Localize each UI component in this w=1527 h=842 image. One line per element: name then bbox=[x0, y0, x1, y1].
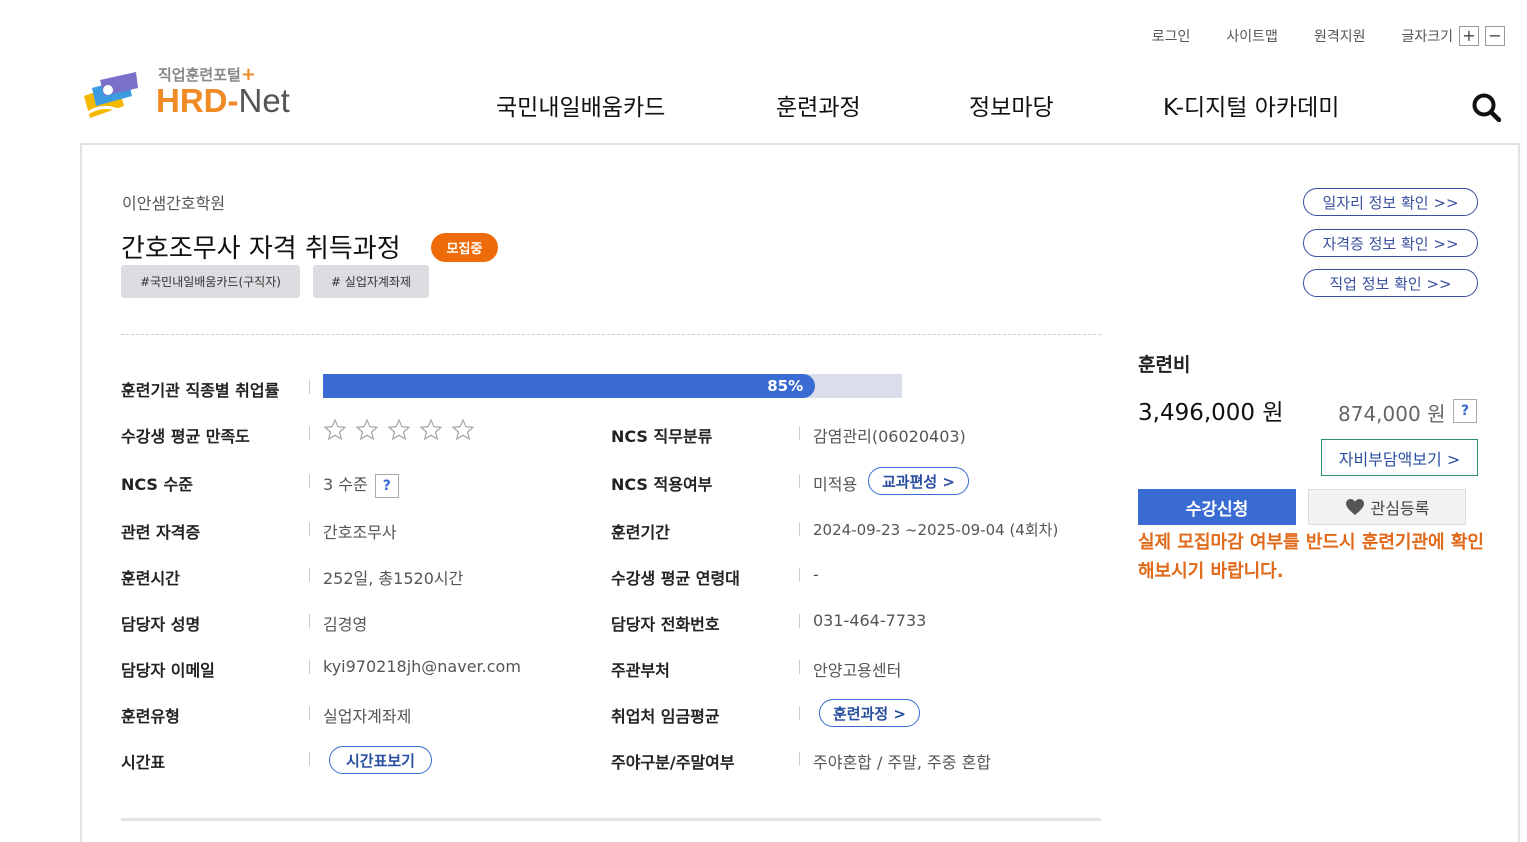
ncs-class-value: 감염관리(06020403) bbox=[813, 427, 966, 446]
course-title: 간호조무사 자격 취득과정 bbox=[121, 234, 401, 264]
nav-item-card[interactable]: 국민내일배움카드 bbox=[496, 88, 665, 122]
divider bbox=[121, 818, 1101, 821]
favorite-label: 관심등록 bbox=[1370, 499, 1430, 518]
curriculum-button[interactable]: 교과편성 > bbox=[868, 467, 969, 495]
logo-brand: HRD-Net bbox=[156, 82, 290, 119]
fee-label: 훈련비 bbox=[1138, 354, 1191, 376]
occupation-info-button[interactable]: 직업 정보 확인 >> bbox=[1303, 269, 1478, 297]
nav-item-courses[interactable]: 훈련과정 bbox=[776, 88, 861, 122]
hrd-net-logo[interactable]: 직업훈련포털+ HRD-Net bbox=[78, 60, 328, 126]
separator bbox=[309, 380, 310, 394]
nav-item-info[interactable]: 정보마당 bbox=[969, 88, 1054, 122]
separator bbox=[799, 752, 800, 766]
separator bbox=[799, 474, 800, 488]
star-icon bbox=[451, 418, 475, 441]
daynight-value: 주야혼합 / 주말, 주중 혼합 bbox=[813, 753, 992, 772]
recruit-notice: 실제 모집마감 여부를 반드시 훈련기관에 확인해보시기 바랍니다. bbox=[1138, 532, 1484, 582]
separator bbox=[309, 474, 310, 488]
satisfaction-label: 수강생 평균 만족도 bbox=[121, 427, 250, 446]
fee-self-pay: 874,000 원 bbox=[1338, 402, 1446, 426]
separator bbox=[799, 568, 800, 582]
hours-label: 훈련시간 bbox=[121, 569, 180, 588]
ncs-apply-label: NCS 적용여부 bbox=[611, 475, 713, 494]
email-value: kyi970218jh@naver.com bbox=[323, 657, 521, 676]
cert-label: 관련 자격증 bbox=[121, 523, 201, 542]
cert-info-button[interactable]: 자격증 정보 확인 >> bbox=[1303, 229, 1478, 257]
period-label: 훈련기간 bbox=[611, 523, 670, 542]
daynight-label: 주야구분/주말여부 bbox=[611, 753, 735, 772]
dept-value: 안양고용센터 bbox=[813, 661, 902, 680]
separator bbox=[309, 568, 310, 582]
age-value: - bbox=[813, 565, 819, 584]
phone-label: 담당자 전화번호 bbox=[611, 615, 720, 634]
fee-total: 3,496,000 원 bbox=[1138, 400, 1284, 426]
institution-name: 이안샘간호학원 bbox=[122, 194, 226, 213]
cert-value: 간호조무사 bbox=[323, 523, 397, 542]
ncs-level-text: 3 수준 bbox=[323, 475, 368, 494]
separator bbox=[309, 752, 310, 766]
schedule-label: 시간표 bbox=[121, 753, 166, 772]
star-icon bbox=[323, 418, 347, 441]
employment-rate-fill: 85% bbox=[323, 374, 816, 398]
ncs-class-label: NCS 직무분류 bbox=[611, 427, 713, 446]
hours-value: 252일, 총1520시간 bbox=[323, 569, 464, 588]
age-label: 수강생 평균 연령대 bbox=[611, 569, 740, 588]
font-size-label: 글자크기 bbox=[1401, 29, 1453, 45]
divider bbox=[121, 334, 1101, 335]
ncs-level-value: 3 수준 ? bbox=[323, 471, 399, 498]
employment-rate-label: 훈련기관 직종별 취업률 bbox=[121, 381, 280, 400]
manager-label: 담당자 성명 bbox=[121, 615, 201, 634]
ncs-level-help-button[interactable]: ? bbox=[374, 473, 399, 498]
satisfaction-stars bbox=[323, 418, 475, 442]
separator bbox=[799, 660, 800, 674]
sitemap-link[interactable]: 사이트맵 bbox=[1226, 26, 1278, 46]
schedule-button[interactable]: 시간표보기 bbox=[329, 746, 432, 774]
manager-value: 김경영 bbox=[323, 615, 368, 634]
font-increase-button[interactable]: + bbox=[1459, 26, 1479, 46]
separator bbox=[799, 426, 800, 440]
star-icon bbox=[387, 418, 411, 441]
tag-card: #국민내일배움카드(구직자) bbox=[121, 265, 300, 298]
apply-button[interactable]: 수강신청 bbox=[1138, 489, 1296, 525]
heart-icon bbox=[1345, 499, 1364, 515]
type-label: 훈련유형 bbox=[121, 707, 180, 726]
nav-item-k-digital[interactable]: K-디지털 아카데미 bbox=[1163, 88, 1339, 122]
phone-value: 031-464-7733 bbox=[813, 611, 927, 630]
separator bbox=[309, 706, 310, 720]
font-decrease-button[interactable]: − bbox=[1485, 26, 1505, 46]
separator bbox=[309, 614, 310, 628]
separator bbox=[799, 706, 800, 720]
remote-support-link[interactable]: 원격지원 bbox=[1314, 26, 1366, 46]
utility-bar: 로그인 사이트맵 원격지원 글자크기 + − bbox=[1116, 26, 1505, 46]
status-badge: 모집중 bbox=[431, 233, 498, 262]
employment-rate-bar: 85% bbox=[323, 374, 902, 398]
separator bbox=[309, 426, 310, 440]
search-icon[interactable] bbox=[1471, 92, 1501, 122]
star-icon bbox=[419, 418, 443, 441]
separator bbox=[799, 614, 800, 628]
fee-help-button[interactable]: ? bbox=[1453, 399, 1477, 423]
wage-label: 취업처 임금평균 bbox=[611, 707, 720, 726]
job-info-button[interactable]: 일자리 정보 확인 >> bbox=[1303, 188, 1478, 216]
dept-label: 주관부처 bbox=[611, 661, 670, 680]
type-value: 실업자계좌제 bbox=[323, 707, 412, 726]
email-label: 담당자 이메일 bbox=[121, 661, 215, 680]
tag-account: # 실업자계좌제 bbox=[313, 265, 429, 298]
ncs-apply-value: 미적용 bbox=[813, 475, 858, 494]
period-value: 2024-09-23 ~2025-09-04 (4회차) bbox=[813, 521, 1059, 539]
separator bbox=[799, 522, 800, 536]
login-link[interactable]: 로그인 bbox=[1152, 26, 1191, 46]
favorite-button[interactable]: 관심등록 bbox=[1308, 489, 1466, 525]
star-icon bbox=[355, 418, 379, 441]
logo-emblem-icon bbox=[84, 72, 138, 118]
self-pay-button[interactable]: 자비부담액보기 > bbox=[1321, 439, 1478, 476]
ncs-level-label: NCS 수준 bbox=[121, 475, 193, 494]
separator bbox=[309, 522, 310, 536]
separator bbox=[309, 660, 310, 674]
wage-course-button[interactable]: 훈련과정 > bbox=[819, 699, 920, 727]
